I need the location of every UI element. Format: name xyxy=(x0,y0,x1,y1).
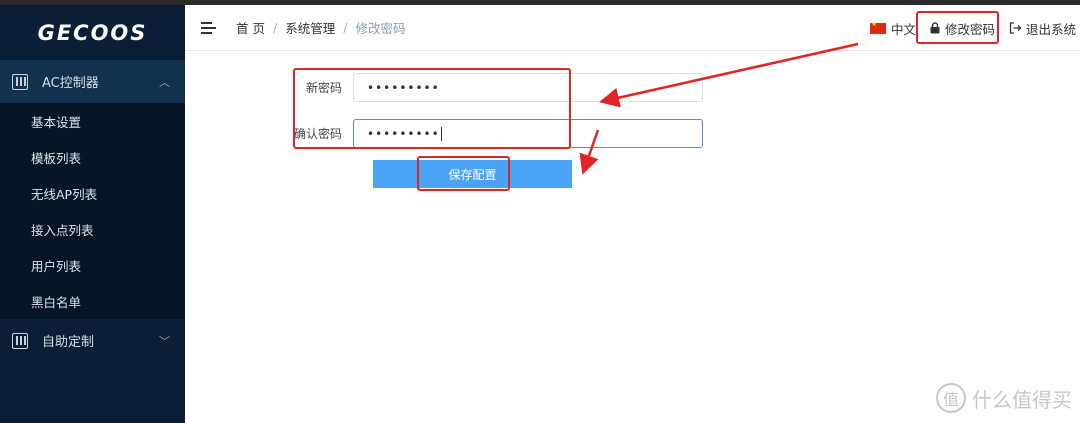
sliders-icon xyxy=(12,73,28,90)
logout-icon xyxy=(1009,22,1022,34)
confirm-password-input[interactable]: ••••••••• xyxy=(353,119,703,148)
confirm-password-row: 确认密码 ••••••••• xyxy=(185,119,703,148)
logo: GECOOS xyxy=(37,20,148,45)
menu-group-custom[interactable]: 自助定制 ﹀ xyxy=(0,319,185,362)
watermark-text: 什么值得买 xyxy=(972,387,1072,412)
header: 首 页 / 系统管理 / 修改密码 中文 修改密码 xyxy=(185,5,1080,51)
change-password-label: 修改密码 xyxy=(944,21,995,37)
save-config-button[interactable]: 保存配置 xyxy=(373,160,572,188)
breadcrumb-system-management[interactable]: 系统管理 xyxy=(285,18,335,37)
submenu: 基本设置 模板列表 无线AP列表 接入点列表 用户列表 黑白名单 xyxy=(0,103,185,319)
change-password-link[interactable]: 修改密码 xyxy=(930,19,995,38)
new-password-row: 新密码 ••••••••• xyxy=(185,73,703,102)
logout-link[interactable]: 退出系统 xyxy=(1009,19,1076,38)
sidebar-item-blacklist[interactable]: 黑白名单 xyxy=(0,283,185,319)
language-label: 中文 xyxy=(890,21,916,37)
logout-label: 退出系统 xyxy=(1025,21,1076,37)
menu-group-label: 自助定制 xyxy=(42,335,95,350)
confirm-password-label: 确认密码 xyxy=(293,127,342,141)
chevron-down-icon: ﹀ xyxy=(159,334,170,348)
sidebar-item-basic-settings[interactable]: 基本设置 xyxy=(0,103,185,139)
breadcrumb-current: 修改密码 xyxy=(355,21,406,36)
sidebar-item-template-list[interactable]: 模板列表 xyxy=(0,139,185,175)
language-switch[interactable]: 中文 xyxy=(869,19,916,38)
sidebar-item-ap-list[interactable]: 无线AP列表 xyxy=(0,175,185,211)
breadcrumb-home[interactable]: 首 页 xyxy=(236,18,265,37)
new-password-label: 新密码 xyxy=(305,81,342,95)
main-content: 首 页 / 系统管理 / 修改密码 中文 修改密码 xyxy=(185,5,1080,423)
menu-group-label: AC控制器 xyxy=(42,76,99,91)
sidebar-item-access-point-list[interactable]: 接入点列表 xyxy=(0,211,185,247)
watermark: 值 什么值得买 xyxy=(936,383,1072,413)
text-caret xyxy=(440,126,442,141)
sidebar-item-user-list[interactable]: 用户列表 xyxy=(0,247,185,283)
watermark-logo-icon: 值 xyxy=(936,383,966,413)
breadcrumb-separator: / xyxy=(343,20,348,35)
breadcrumb: 首 页 / 系统管理 / 修改密码 xyxy=(236,18,405,37)
menu-group-ac-controller[interactable]: AC控制器 ︿ xyxy=(0,60,185,103)
menu-toggle-icon[interactable] xyxy=(201,21,216,34)
sliders-icon xyxy=(12,332,28,349)
lock-icon xyxy=(930,22,940,34)
china-flag-icon xyxy=(869,20,886,34)
breadcrumb-separator: / xyxy=(272,20,278,35)
header-actions: 中文 修改密码 退出系统 xyxy=(869,5,1080,51)
chevron-up-icon: ︿ xyxy=(159,75,170,89)
confirm-password-value: ••••••••• xyxy=(367,126,440,141)
new-password-input[interactable]: ••••••••• xyxy=(353,73,703,102)
sidebar: GECOOS AC控制器 ︿ 基本设置 模板列表 无线AP列表 接入点列表 用户… xyxy=(0,5,185,423)
